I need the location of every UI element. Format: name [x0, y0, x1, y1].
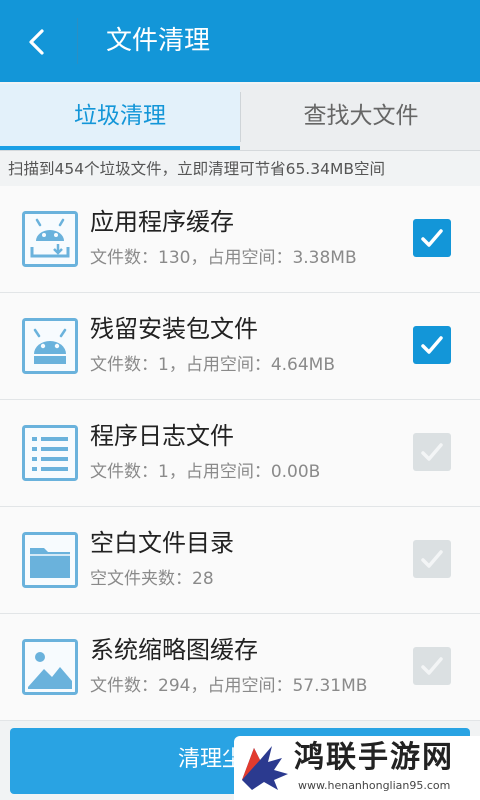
watermark: 鸿联手游网 www.henanhonglian95.com — [234, 736, 480, 800]
check-icon — [421, 336, 443, 354]
item-detail: 文件数：1，占用空间：4.64MB — [90, 355, 335, 375]
list-item-empty-folders[interactable]: 空白文件目录 空文件夹数：28 — [0, 507, 480, 614]
image-icon — [22, 639, 78, 695]
item-detail: 文件数：130，占用空间：3.38MB — [90, 248, 357, 268]
item-checkbox[interactable] — [413, 326, 451, 364]
item-name: 系统缩略图缓存 — [90, 636, 258, 664]
check-icon — [421, 229, 443, 247]
check-icon — [421, 443, 443, 461]
list-item-app-cache[interactable]: 应用程序缓存 文件数：130，占用空间：3.38MB — [0, 186, 480, 293]
page-title: 文件清理 — [106, 26, 211, 56]
horse-logo-icon — [242, 746, 288, 790]
android-package-icon — [22, 318, 78, 374]
android-cache-icon — [22, 211, 78, 267]
scan-summary-text: 扫描到454个垃圾文件，立即清理可节省65.34MB空间 — [8, 160, 385, 178]
check-icon — [421, 657, 443, 675]
item-name: 程序日志文件 — [90, 422, 234, 450]
header-divider — [77, 18, 78, 64]
item-checkbox[interactable] — [413, 647, 451, 685]
item-checkbox[interactable] — [413, 540, 451, 578]
tab-junk-clean[interactable]: 垃圾清理 — [0, 84, 240, 150]
item-checkbox[interactable] — [413, 219, 451, 257]
item-name: 空白文件目录 — [90, 529, 234, 557]
item-name: 应用程序缓存 — [90, 208, 234, 236]
app-header: 文件清理 — [0, 0, 480, 82]
tab-bar: 垃圾清理 查找大文件 — [0, 84, 480, 151]
log-list-icon — [22, 425, 78, 481]
item-detail: 空文件夹数：28 — [90, 569, 214, 589]
junk-list: 应用程序缓存 文件数：130，占用空间：3.38MB 残留安装包文件 文件数：1… — [0, 186, 480, 721]
item-detail: 文件数：1，占用空间：0.00B — [90, 462, 321, 482]
back-button[interactable] — [16, 20, 60, 64]
tab-find-large-files[interactable]: 查找大文件 — [241, 84, 480, 150]
watermark-title: 鸿联手游网 — [294, 740, 454, 775]
item-detail: 文件数：294，占用空间：57.31MB — [90, 676, 368, 696]
back-arrow-icon — [29, 29, 44, 55]
item-name: 残留安装包文件 — [90, 315, 258, 343]
list-item-thumbnail-cache[interactable]: 系统缩略图缓存 文件数：294，占用空间：57.31MB — [0, 614, 480, 721]
check-icon — [421, 550, 443, 568]
list-item-log-files[interactable]: 程序日志文件 文件数：1，占用空间：0.00B — [0, 400, 480, 507]
list-item-residual-packages[interactable]: 残留安装包文件 文件数：1，占用空间：4.64MB — [0, 293, 480, 400]
watermark-url: www.henanhonglian95.com — [298, 779, 451, 792]
item-checkbox[interactable] — [413, 433, 451, 471]
folder-icon — [22, 532, 78, 588]
